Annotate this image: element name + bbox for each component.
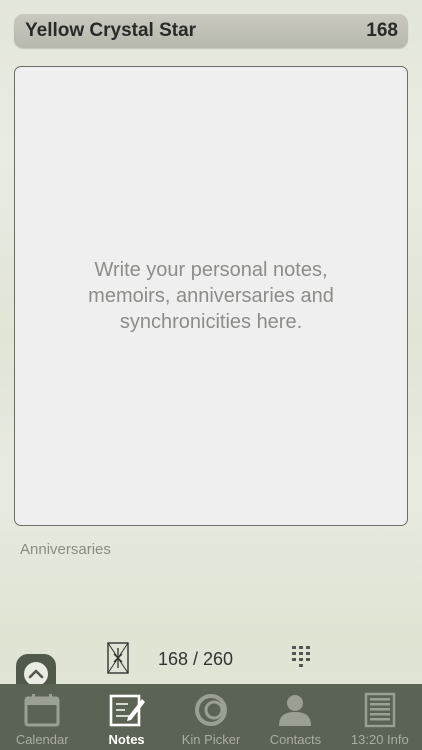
- kin-pager: 168 / 260: [158, 649, 234, 669]
- notes-placeholder: Write your personal notes, memoirs, anni…: [88, 259, 334, 333]
- tab-contacts[interactable]: Contacts: [253, 684, 337, 750]
- keypad-icon[interactable]: [291, 645, 315, 671]
- chevron-up-icon: [24, 662, 48, 686]
- tab-notes-label: Notes: [108, 732, 145, 747]
- contacts-icon: [279, 695, 312, 726]
- info-list-icon: [364, 692, 396, 728]
- title-bar: Yellow Crystal Star 168: [14, 14, 408, 48]
- tab-info[interactable]: 13:20 Info: [338, 684, 422, 750]
- tab-bar: Calendar Notes Kin Picker Contacts 13:20…: [0, 684, 422, 750]
- kin-glyph-icon[interactable]: [107, 642, 129, 674]
- expand-button[interactable]: [16, 654, 56, 688]
- tab-notes[interactable]: Notes: [84, 684, 168, 750]
- tab-calendar-label: Calendar: [15, 732, 69, 747]
- kin-number: 168: [366, 20, 398, 41]
- calendar-icon: [24, 694, 60, 727]
- kin-title: Yellow Crystal Star: [25, 20, 197, 41]
- kin-picker-icon: [195, 694, 228, 726]
- tab-info-label: 13:20 Info: [350, 732, 409, 747]
- notes-icon: [109, 694, 145, 727]
- tab-kin-picker-label: Kin Picker: [181, 732, 241, 747]
- tab-contacts-label: Contacts: [269, 732, 322, 747]
- tab-calendar[interactable]: Calendar: [0, 684, 84, 750]
- notes-textarea[interactable]: Write your personal notes, memoirs, anni…: [14, 66, 408, 526]
- anniversaries-label[interactable]: Anniversaries: [20, 541, 111, 558]
- tab-kin-picker[interactable]: Kin Picker: [169, 684, 253, 750]
